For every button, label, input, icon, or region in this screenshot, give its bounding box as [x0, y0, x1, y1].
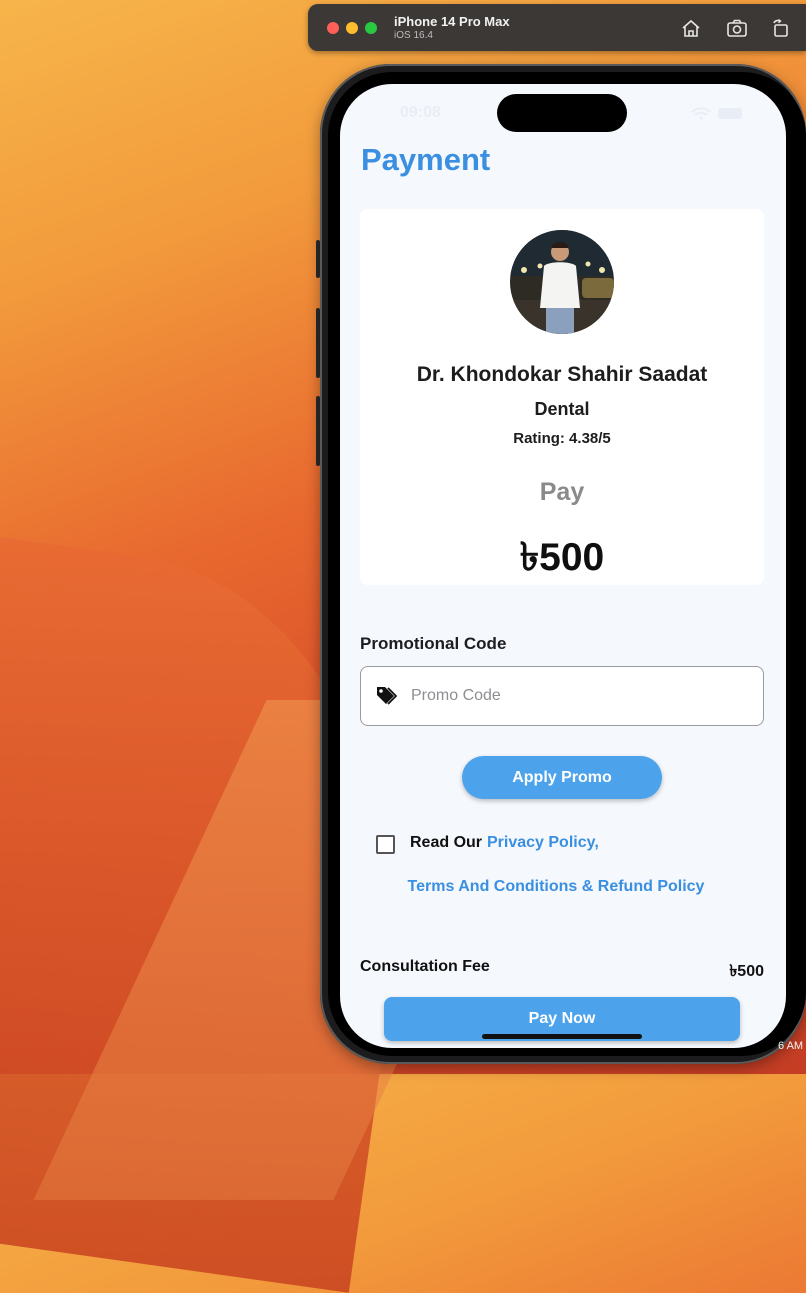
simulator-toolbar: iPhone 14 Pro Max iOS 16.4: [308, 4, 806, 51]
doctor-specialty: Dental: [534, 399, 590, 419]
consultation-fee-label: Consultation Fee: [360, 958, 490, 975]
rotate-icon[interactable]: [770, 18, 792, 38]
screenshot-icon[interactable]: [726, 18, 748, 38]
simulator-os-version: iOS 16.4: [394, 30, 433, 41]
close-window-button[interactable]: [327, 22, 339, 34]
doctor-rating: Rating: 4.38/5: [513, 430, 611, 447]
read-our-label: Read Our: [410, 834, 483, 851]
apply-promo-button[interactable]: Apply Promo: [462, 756, 662, 799]
consultation-fee-value: ৳500: [729, 963, 764, 980]
app-screen: 09:08 Payment Dr. Khondokar Shahir Saada…: [340, 84, 786, 1048]
promo-code-input[interactable]: [409, 669, 753, 723]
status-icons: [690, 106, 746, 125]
zoom-window-button[interactable]: [365, 22, 377, 34]
dynamic-island: [497, 94, 627, 132]
page-title: Payment: [361, 142, 491, 177]
simulator-device-name: iPhone 14 Pro Max: [394, 14, 510, 29]
pay-amount: ৳500: [519, 536, 605, 579]
status-time: 09:08: [400, 104, 441, 121]
tag-icon: [375, 685, 398, 712]
pay-label: Pay: [539, 478, 585, 506]
terms-conditions-link[interactable]: Terms And Conditions & Refund Policy: [340, 878, 772, 896]
home-icon[interactable]: [680, 18, 702, 38]
home-indicator: [482, 1034, 642, 1039]
promo-code-field[interactable]: [360, 666, 764, 726]
desktop-clock: 6 AM: [778, 1040, 804, 1052]
policy-checkbox[interactable]: [376, 835, 395, 854]
privacy-policy-link[interactable]: Privacy Policy,: [487, 834, 599, 852]
doctor-name: Dr. Khondokar Shahir Saadat: [416, 363, 708, 386]
doctor-card: Dr. Khondokar Shahir Saadat Dental Ratin…: [360, 209, 764, 585]
promo-section-title: Promotional Code: [360, 634, 507, 653]
minimize-window-button[interactable]: [346, 22, 358, 34]
doctor-avatar: [510, 230, 614, 334]
